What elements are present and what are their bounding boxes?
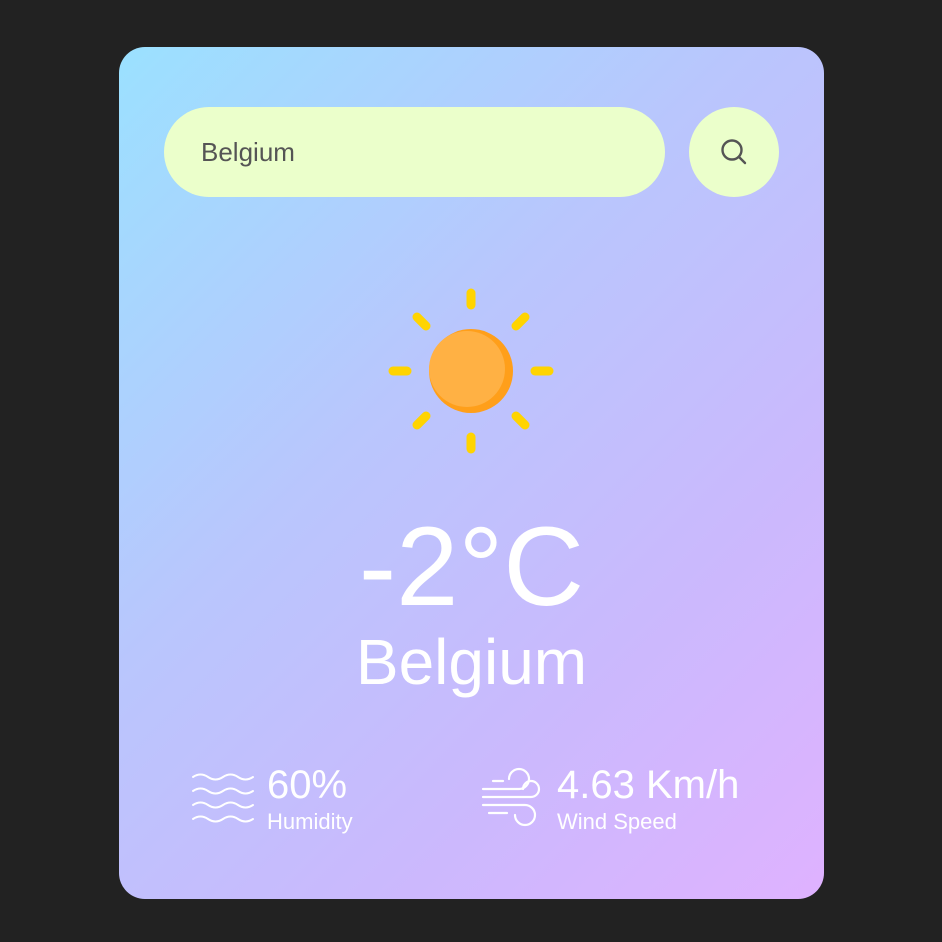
- city-name: Belgium: [355, 626, 588, 698]
- humidity-label: Humidity: [267, 809, 353, 834]
- humidity-detail: 60% Humidity: [191, 765, 353, 833]
- wind-icon: [481, 767, 541, 827]
- search-button[interactable]: [689, 107, 779, 197]
- wind-label: Wind Speed: [557, 809, 677, 834]
- humidity-value: 60%: [267, 763, 348, 807]
- humidity-waves-icon: [192, 773, 254, 823]
- sun-icon: [388, 288, 554, 454]
- wind-value: 4.63 Km/h: [557, 763, 740, 807]
- search-input[interactable]: [164, 107, 665, 197]
- weather-card: -2°C Belgium 60% Humidity: [119, 47, 824, 899]
- search-icon: [721, 139, 747, 165]
- temperature: -2°C: [358, 504, 585, 629]
- wind-detail: 4.63 Km/h Wind Speed: [481, 765, 739, 833]
